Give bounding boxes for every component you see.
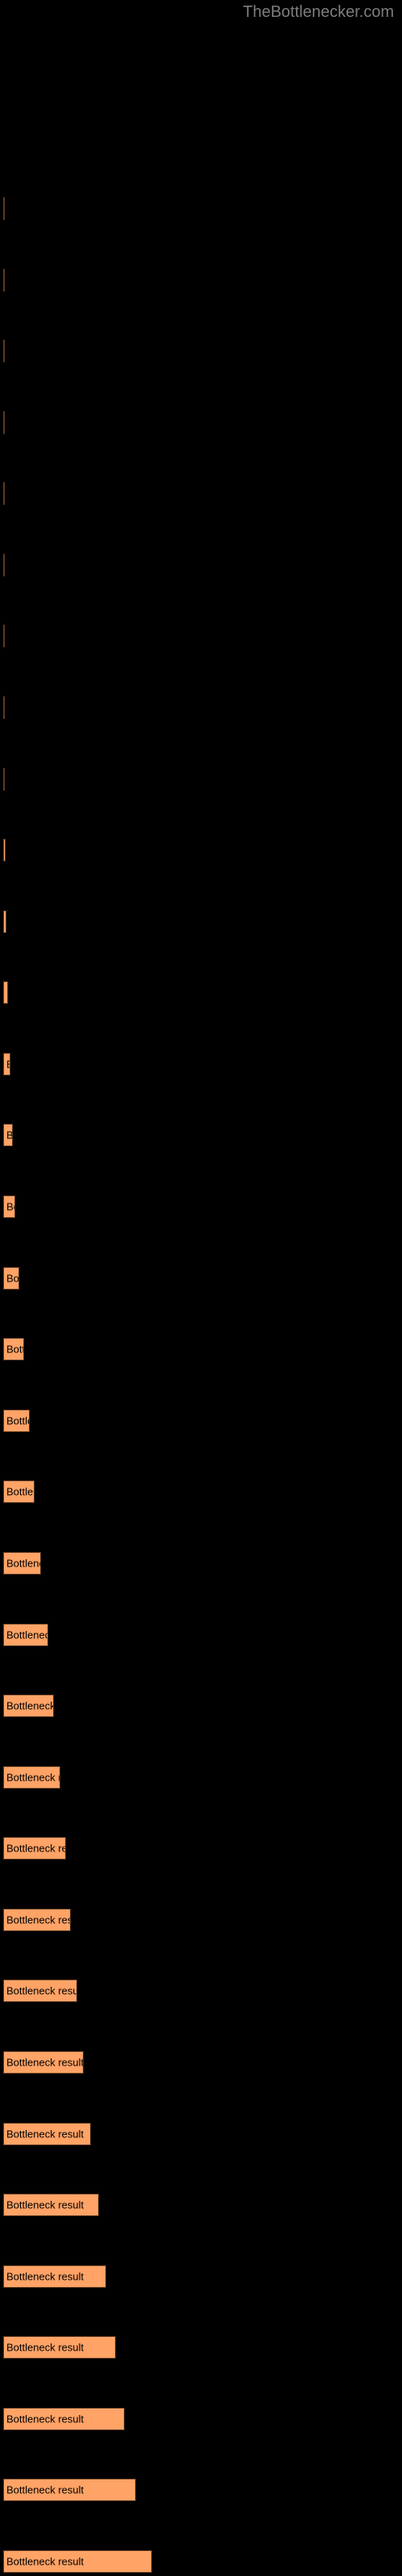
bar[interactable]: Bottleneck result [3,768,5,791]
bar[interactable]: Bottleneck result [3,696,5,719]
bar[interactable]: Bottleneck result [3,981,8,1004]
bar-label: Bottleneck result [6,2128,84,2140]
bar[interactable]: Bottleneck result [3,1124,13,1146]
bar-label: Bottleneck result [6,1984,77,1997]
bar-label: Bottleneck result [6,987,7,999]
bar[interactable]: Bottleneck result [3,625,5,647]
bar-label: Bottleneck result [6,1129,13,1141]
bar[interactable]: Bottleneck result [3,1053,10,1075]
bar-label: Bottleneck result [6,1485,34,1498]
bar[interactable]: Bottleneck result [3,1979,77,2002]
bar-label: Bottleneck result [6,2483,84,2496]
bar-label: Bottleneck result [6,2413,84,2425]
bar-label: Bottleneck result [6,2270,84,2283]
bar-label: Bottleneck result [6,1629,47,1641]
bar[interactable]: Bottleneck result [3,2051,84,2074]
bar-label: Bottleneck result [6,2056,84,2069]
bar[interactable]: Bottleneck result [3,197,5,220]
bar-label: Bottleneck result [6,1557,40,1570]
bottleneck-chart-page: TheBottlenecker.com Bottleneck resultBot… [0,0,402,2576]
bar[interactable]: Bottleneck result [3,1766,60,1789]
bar[interactable]: Bottleneck result [3,340,5,362]
bar[interactable]: Bottleneck result [3,839,6,861]
bar[interactable]: Bottleneck result [3,1267,19,1290]
bar[interactable]: Bottleneck result [3,1624,48,1646]
bar[interactable]: Bottleneck result [3,2336,116,2359]
bar[interactable]: Bottleneck result [3,2479,136,2501]
bar-label: Bottleneck result [6,2341,84,2354]
bar[interactable]: Bottleneck result [3,2265,106,2288]
bar[interactable]: Bottleneck result [3,269,5,291]
bar[interactable]: Bottleneck result [3,1552,41,1575]
bar-label: Bottleneck result [6,1059,10,1071]
bar[interactable]: Bottleneck result [3,1695,54,1717]
bar-label: Bottleneck result [6,1913,70,1926]
bar-label: Bottleneck result [6,1771,59,1784]
bar-label: Bottleneck result [6,1414,29,1427]
bar[interactable]: Bottleneck result [3,1338,24,1360]
bar-label: Bottleneck result [6,1842,65,1855]
bar[interactable]: Bottleneck result [3,2408,125,2430]
bar-label: Bottleneck result [6,2198,84,2211]
bar[interactable]: Bottleneck result [3,411,5,434]
bar[interactable]: Bottleneck result [3,1837,66,1860]
bar[interactable]: Bottleneck result [3,910,6,933]
bar-label: Bottleneck result [6,1343,23,1356]
bar-label: Bottleneck result [6,1272,19,1285]
bar[interactable]: Bottleneck result [3,1909,71,1931]
bar-label: Bottleneck result [6,1699,54,1712]
bar-label: Bottleneck result [6,2555,84,2568]
bar[interactable]: Bottleneck result [3,1480,35,1503]
bar[interactable]: Bottleneck result [3,2123,91,2145]
bar[interactable]: Bottleneck result [3,1410,30,1432]
bar[interactable]: Bottleneck result [3,2194,99,2216]
bar[interactable]: Bottleneck result [3,2550,152,2573]
bar-label: Bottleneck result [6,1200,14,1213]
bar[interactable]: Bottleneck result [3,1195,15,1218]
bar[interactable]: Bottleneck result [3,482,5,505]
bar[interactable]: Bottleneck result [3,554,5,576]
horizontal-bar-chart: Bottleneck result Bottleneck result Bottle… [0,0,402,2576]
